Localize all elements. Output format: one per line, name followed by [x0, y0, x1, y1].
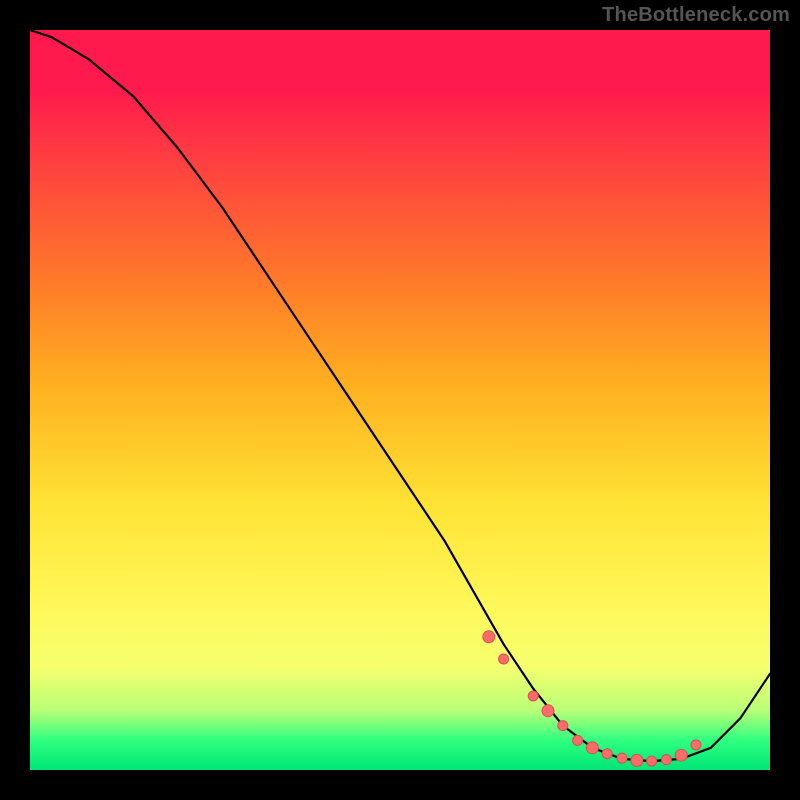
chart-frame: TheBottleneck.com	[0, 0, 800, 800]
marker-dot	[499, 654, 509, 664]
marker-group	[483, 631, 701, 767]
marker-dot	[675, 749, 687, 761]
marker-dot	[631, 754, 643, 766]
marker-dot	[617, 753, 627, 763]
plot-area	[30, 30, 770, 770]
marker-dot	[483, 631, 495, 643]
curve-line	[30, 30, 770, 761]
marker-dot	[528, 691, 538, 701]
marker-dot	[558, 721, 568, 731]
watermark-text: TheBottleneck.com	[602, 4, 790, 27]
marker-dot	[586, 742, 598, 754]
marker-dot	[542, 705, 554, 717]
marker-dot	[647, 756, 657, 766]
chart-svg	[30, 30, 770, 770]
marker-dot	[602, 749, 612, 759]
marker-dot	[691, 740, 701, 750]
marker-dot	[661, 755, 671, 765]
marker-dot	[573, 735, 583, 745]
